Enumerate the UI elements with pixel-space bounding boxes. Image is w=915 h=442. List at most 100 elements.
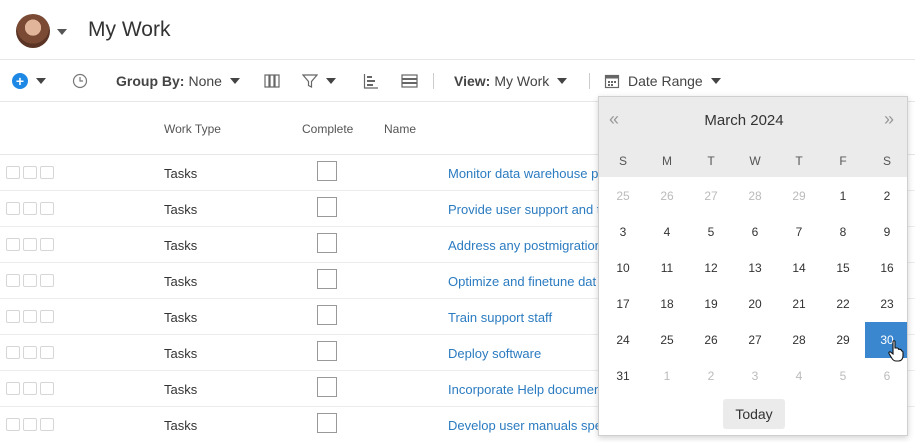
gantt-button[interactable] [363, 60, 379, 102]
task-name-link[interactable]: Train support staff [448, 310, 552, 325]
complete-checkbox[interactable] [317, 233, 337, 253]
day-cell[interactable]: 5 [821, 358, 865, 394]
task-name-link[interactable]: Incorporate Help documen [448, 382, 601, 397]
comment-icon[interactable] [6, 310, 20, 323]
group-by-dropdown[interactable]: Group By: None [116, 60, 240, 102]
day-cell[interactable]: 26 [689, 322, 733, 358]
day-cell[interactable]: 29 [777, 178, 821, 214]
details-icon[interactable] [40, 202, 54, 215]
details-icon[interactable] [40, 382, 54, 395]
day-cell[interactable]: 20 [733, 286, 777, 322]
day-cell[interactable]: 1 [821, 178, 865, 214]
day-cell[interactable]: 10 [601, 250, 645, 286]
column-header-name[interactable]: Name [384, 122, 416, 136]
chat-icon[interactable] [23, 346, 37, 359]
day-cell[interactable]: 3 [601, 214, 645, 250]
details-icon[interactable] [40, 418, 54, 431]
complete-checkbox[interactable] [317, 341, 337, 361]
chat-icon[interactable] [23, 382, 37, 395]
day-cell[interactable]: 5 [689, 214, 733, 250]
day-cell[interactable]: 9 [865, 214, 907, 250]
chat-icon[interactable] [23, 418, 37, 431]
work-type-cell: Tasks [164, 166, 198, 181]
day-cell[interactable]: 24 [601, 322, 645, 358]
task-name-link[interactable]: Optimize and finetune dat [448, 274, 596, 289]
view-dropdown[interactable]: View: My Work [454, 60, 568, 102]
comment-icon[interactable] [6, 202, 20, 215]
day-cell[interactable]: 21 [777, 286, 821, 322]
day-cell[interactable]: 26 [645, 178, 689, 214]
day-cell[interactable]: 4 [645, 214, 689, 250]
task-name-link[interactable]: Develop user manuals spe [448, 418, 602, 433]
add-button[interactable]: + [12, 60, 46, 102]
day-cell[interactable]: 25 [601, 178, 645, 214]
column-header-complete[interactable]: Complete [302, 122, 353, 136]
weekday-label: S [882, 154, 891, 168]
day-cell[interactable]: 22 [821, 286, 865, 322]
day-cell[interactable]: 15 [821, 250, 865, 286]
day-cell[interactable]: 28 [733, 178, 777, 214]
day-cell[interactable]: 31 [601, 358, 645, 394]
day-cell[interactable]: 2 [689, 358, 733, 394]
comment-icon[interactable] [6, 238, 20, 251]
next-month-icon[interactable]: » [884, 109, 894, 130]
chat-icon[interactable] [23, 166, 37, 179]
today-button[interactable]: Today [723, 399, 785, 429]
complete-checkbox[interactable] [317, 269, 337, 289]
details-icon[interactable] [40, 166, 54, 179]
day-cell[interactable]: 18 [645, 286, 689, 322]
day-cell[interactable]: 23 [865, 286, 907, 322]
avatar-menu-chevron-down-icon[interactable] [57, 29, 67, 35]
day-cell[interactable]: 7 [777, 214, 821, 250]
day-cell[interactable]: 27 [733, 322, 777, 358]
day-cell[interactable]: 8 [821, 214, 865, 250]
details-icon[interactable] [40, 346, 54, 359]
task-name-link[interactable]: Deploy software [448, 346, 541, 361]
day-cell[interactable]: 1 [645, 358, 689, 394]
day-cell[interactable]: 28 [777, 322, 821, 358]
day-cell[interactable]: 16 [865, 250, 907, 286]
complete-checkbox[interactable] [317, 197, 337, 217]
day-cell[interactable]: 6 [865, 358, 907, 394]
day-cell[interactable]: 19 [689, 286, 733, 322]
month-year-label[interactable]: March 2024 [599, 112, 889, 129]
details-icon[interactable] [40, 310, 54, 323]
complete-checkbox[interactable] [317, 413, 337, 433]
details-icon[interactable] [40, 238, 54, 251]
details-icon[interactable] [40, 274, 54, 287]
comment-icon[interactable] [6, 274, 20, 287]
day-cell[interactable]: 3 [733, 358, 777, 394]
complete-checkbox[interactable] [317, 305, 337, 325]
chat-icon[interactable] [23, 202, 37, 215]
chat-icon[interactable] [23, 310, 37, 323]
chat-icon[interactable] [23, 238, 37, 251]
history-button[interactable] [72, 60, 88, 102]
day-cell[interactable]: 11 [645, 250, 689, 286]
day-cell[interactable]: 25 [645, 322, 689, 358]
task-name-link[interactable]: Address any postmigration [448, 238, 602, 253]
comment-icon[interactable] [6, 166, 20, 179]
comment-icon[interactable] [6, 346, 20, 359]
comment-icon[interactable] [6, 382, 20, 395]
comment-icon[interactable] [6, 418, 20, 431]
day-cell[interactable]: 6 [733, 214, 777, 250]
column-header-work-type[interactable]: Work Type [164, 122, 221, 136]
columns-button[interactable] [264, 60, 280, 102]
complete-checkbox[interactable] [317, 161, 337, 181]
day-cell[interactable]: 17 [601, 286, 645, 322]
day-cell[interactable]: 29 [821, 322, 865, 358]
avatar[interactable] [16, 14, 50, 48]
day-cell[interactable]: 2 [865, 178, 907, 214]
day-cell[interactable]: 4 [777, 358, 821, 394]
task-name-link[interactable]: Monitor data warehouse p [448, 166, 598, 181]
complete-checkbox[interactable] [317, 377, 337, 397]
day-cell[interactable]: 14 [777, 250, 821, 286]
day-cell[interactable]: 12 [689, 250, 733, 286]
task-name-link[interactable]: Provide user support and t [448, 202, 600, 217]
day-cell[interactable]: 13 [733, 250, 777, 286]
filter-dropdown[interactable] [302, 60, 336, 102]
toolbar-divider [589, 73, 590, 89]
chat-icon[interactable] [23, 274, 37, 287]
day-cell[interactable]: 27 [689, 178, 733, 214]
layout-button[interactable] [401, 60, 418, 102]
